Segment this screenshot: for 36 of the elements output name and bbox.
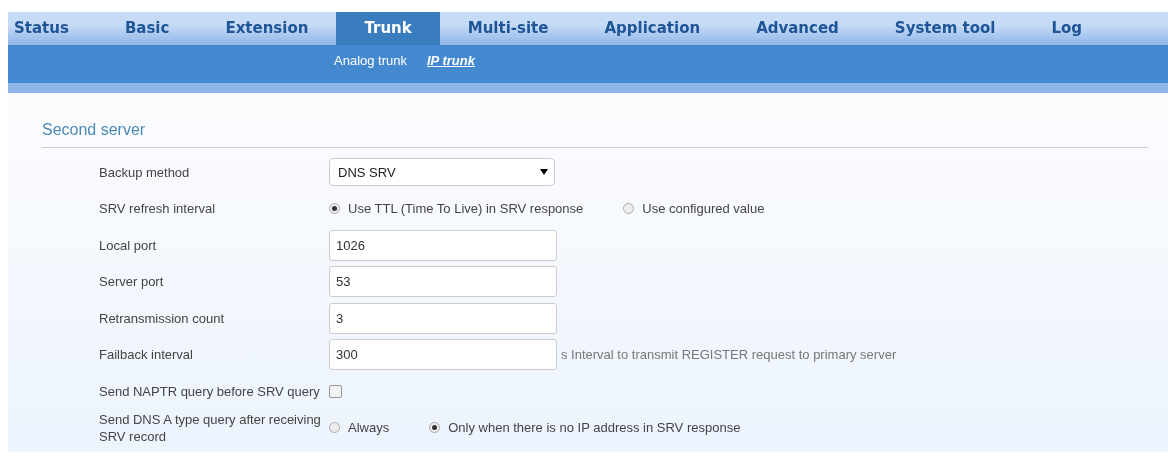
field-label: Retransmission count (99, 309, 225, 327)
radio-button[interactable] (329, 203, 340, 215)
option-label: Only when there is no IP address in SRV response (448, 420, 741, 436)
radio-button[interactable] (623, 203, 635, 215)
field-label: SRV refresh interval (99, 200, 217, 218)
field-label: Server port (99, 273, 165, 291)
nav-tab[interactable]: Basic (96, 12, 198, 45)
dropdown[interactable]: DNS SRV (329, 158, 555, 187)
hint-text: s Interval to transmit REGISTER request to primary server (561, 347, 897, 363)
nav-tab[interactable]: Extension (197, 12, 337, 45)
nav-tab[interactable]: Status (8, 12, 97, 45)
field-label: Send NAPTR query before SRV query (99, 382, 321, 400)
caret-icon (540, 169, 548, 176)
option-label: Use TTL (Time To Live) in SRV response (348, 201, 584, 217)
field-label: Failback interval (99, 346, 194, 364)
nav-tab[interactable]: Application (576, 12, 729, 45)
nav-tab[interactable]: Trunk (336, 12, 440, 45)
option-label: Use configured value (642, 201, 765, 217)
sub-tab[interactable]: IP trunk (427, 53, 475, 68)
field-label: Backup method (99, 163, 191, 181)
radio-button[interactable] (429, 422, 441, 434)
input-field[interactable]: 1026 (329, 229, 557, 261)
field-label: Send DNS A type query after receiving SRV record (99, 410, 322, 445)
radio-button[interactable] (329, 422, 340, 434)
checkbox[interactable] (329, 384, 342, 398)
input-field[interactable]: 3 (329, 302, 557, 334)
nav-tab[interactable]: Advanced (728, 12, 867, 45)
field-label: Local port (99, 236, 158, 254)
nav-tab[interactable]: System tool (866, 12, 1024, 45)
nav-tab[interactable]: Multi-site (439, 12, 577, 45)
input-field[interactable]: 300 (329, 339, 557, 371)
option-label: Always (348, 420, 390, 436)
input-field[interactable]: 53 (329, 266, 557, 298)
nav-tab[interactable]: Log (1023, 12, 1087, 45)
sub-tab[interactable]: Analog trunk (334, 53, 407, 68)
section-title: Second server (42, 121, 1148, 148)
